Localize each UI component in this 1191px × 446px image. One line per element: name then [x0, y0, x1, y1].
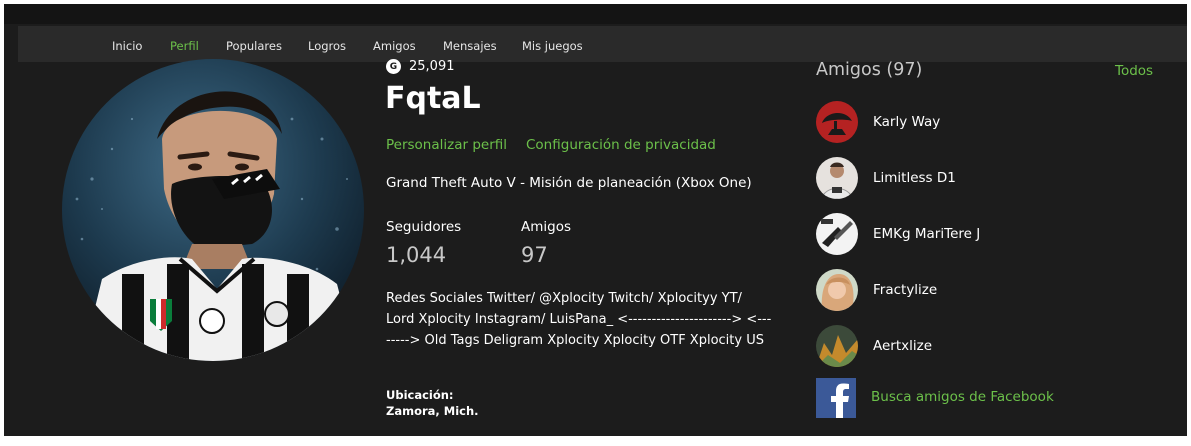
friend-avatar	[816, 157, 858, 199]
gamerscore-icon: G	[386, 59, 401, 74]
location-value: Zamora, Mich.	[386, 404, 479, 418]
facebook-find-friends-label: Busca amigos de Facebook	[871, 389, 1054, 405]
profile-avatar	[62, 59, 364, 361]
customize-profile-link[interactable]: Personalizar perfil	[386, 137, 507, 153]
nav-mensajes[interactable]: Mensajes	[443, 39, 497, 53]
top-strip	[4, 4, 1187, 24]
bio-text: Redes Sociales Twitter/ @Xplocity Twitch…	[386, 291, 772, 348]
gamerscore-row: G 25,091	[386, 59, 455, 74]
friend-name: Limitless D1	[873, 170, 956, 186]
gamertag: FqtaL	[385, 81, 481, 116]
gamerscore-value: 25,091	[409, 59, 455, 74]
followers-count[interactable]: 1,044	[386, 243, 446, 267]
facebook-find-friends[interactable]: Busca amigos de Facebook	[816, 378, 1156, 420]
avatar-image	[62, 59, 364, 361]
friend-avatar	[816, 269, 858, 311]
friend-name: Fractylize	[873, 282, 938, 298]
friend-avatar	[816, 325, 858, 367]
nav-perfil[interactable]: Perfil	[170, 39, 199, 53]
nav-logros[interactable]: Logros	[308, 39, 346, 53]
friend-item[interactable]: EMKg MariTere J	[816, 213, 1156, 255]
friends-count[interactable]: 97	[521, 243, 548, 267]
friend-item[interactable]: Karly Way	[816, 101, 1156, 143]
friend-item[interactable]: Fractylize	[816, 269, 1156, 311]
friend-item[interactable]: Aertxlize	[816, 325, 1156, 367]
privacy-settings-link[interactable]: Configuración de privacidad	[526, 137, 716, 153]
see-all-friends-link[interactable]: Todos	[1115, 63, 1153, 79]
friends-panel-title: Amigos (97)	[816, 60, 923, 80]
nav-inicio[interactable]: Inicio	[112, 39, 142, 53]
friend-name: EMKg MariTere J	[873, 226, 981, 242]
friend-avatar	[816, 213, 858, 255]
facebook-icon	[816, 378, 856, 418]
friend-name: Aertxlize	[873, 338, 933, 354]
friend-avatar	[816, 101, 858, 143]
friend-item[interactable]: Limitless D1	[816, 157, 1156, 199]
nav-bar: Inicio Perfil Populares Logros Amigos Me…	[18, 26, 1187, 62]
nav-mis-juegos[interactable]: Mis juegos	[522, 39, 583, 53]
nav-populares[interactable]: Populares	[226, 39, 282, 53]
presence-text: Grand Theft Auto V - Misión de planeació…	[386, 175, 752, 191]
friends-label[interactable]: Amigos	[521, 219, 571, 235]
location-label: Ubicación:	[386, 388, 454, 402]
friend-name: Karly Way	[873, 114, 941, 130]
nav-amigos[interactable]: Amigos	[373, 39, 416, 53]
followers-label[interactable]: Seguidores	[386, 219, 461, 235]
